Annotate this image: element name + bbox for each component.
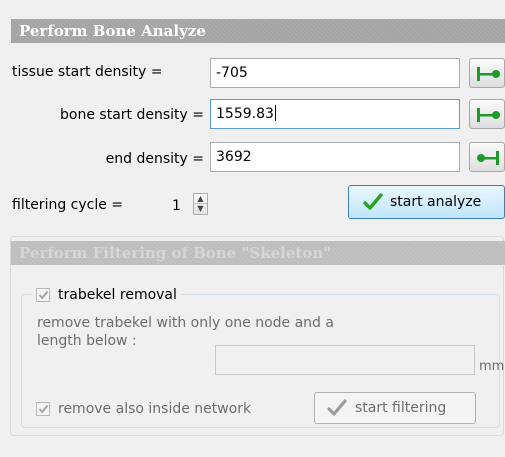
filtering-cycle-value: 1 xyxy=(172,198,181,214)
remove-inside-network-label: remove also inside network xyxy=(58,401,252,417)
range-end-marker-icon xyxy=(477,151,499,165)
bone-analyze-panel: Perform Bone Analyze tissue start densit… xyxy=(0,0,505,457)
filtering-cycle-spinbox[interactable]: 1 ▲ ▼ xyxy=(166,192,208,218)
perform-filtering-header: Perform Filtering of Bone "Skeleton" xyxy=(11,241,505,265)
text-caret xyxy=(274,105,276,121)
perform-bone-analyze-title: Perform Bone Analyze xyxy=(19,22,206,40)
bone-start-density-label: bone start density = xyxy=(60,107,204,123)
end-density-input[interactable]: 3692 xyxy=(210,142,460,172)
tissue-start-density-value: -705 xyxy=(216,65,248,81)
start-filtering-label: start filtering xyxy=(355,400,447,416)
range-start-marker-icon xyxy=(477,108,500,122)
length-below-input[interactable] xyxy=(215,345,475,375)
description-line-1: remove trabekel with only one node and a xyxy=(37,315,334,331)
spin-up-icon[interactable]: ▲ xyxy=(194,194,207,204)
perform-bone-analyze-header: Perform Bone Analyze xyxy=(11,19,505,43)
tissue-start-density-input[interactable]: -705 xyxy=(210,58,460,88)
trabekel-removal-checkbox[interactable] xyxy=(36,288,50,302)
remove-inside-network-checkbox[interactable] xyxy=(36,402,50,416)
description-line-2: length below : xyxy=(37,333,137,349)
bone-start-density-value: 1559.83 xyxy=(216,106,274,122)
start-filtering-button[interactable]: start filtering xyxy=(314,392,476,424)
set-end-density-button[interactable] xyxy=(469,142,505,172)
range-start-marker-icon xyxy=(477,67,500,81)
start-analyze-button[interactable]: start analyze xyxy=(348,185,505,219)
remove-inside-checkbox-row[interactable]: remove also inside network xyxy=(36,399,251,419)
green-check-icon xyxy=(363,193,383,210)
set-bone-start-button[interactable] xyxy=(469,99,505,129)
spin-down-icon[interactable]: ▼ xyxy=(194,204,207,214)
checkmark-icon xyxy=(38,290,48,300)
set-tissue-start-button[interactable] xyxy=(469,58,505,88)
gray-check-icon xyxy=(327,399,347,416)
filtering-cycle-spin-buttons[interactable]: ▲ ▼ xyxy=(193,193,208,215)
perform-filtering-title: Perform Filtering of Bone "Skeleton" xyxy=(19,244,332,262)
bone-start-density-input[interactable]: 1559.83 xyxy=(210,99,460,129)
trabekel-removal-label: trabekel removal xyxy=(58,287,177,303)
start-analyze-label: start analyze xyxy=(390,194,482,210)
tissue-start-density-label: tissue start density = xyxy=(12,64,163,80)
checkmark-icon xyxy=(38,404,48,414)
end-density-label: end density = xyxy=(105,151,204,167)
filtering-cycle-label: filtering cycle = xyxy=(12,197,124,213)
length-unit-label: mm xyxy=(479,359,505,374)
trabekel-removal-checkbox-row[interactable]: trabekel removal xyxy=(32,285,181,305)
end-density-value: 3692 xyxy=(216,149,252,165)
